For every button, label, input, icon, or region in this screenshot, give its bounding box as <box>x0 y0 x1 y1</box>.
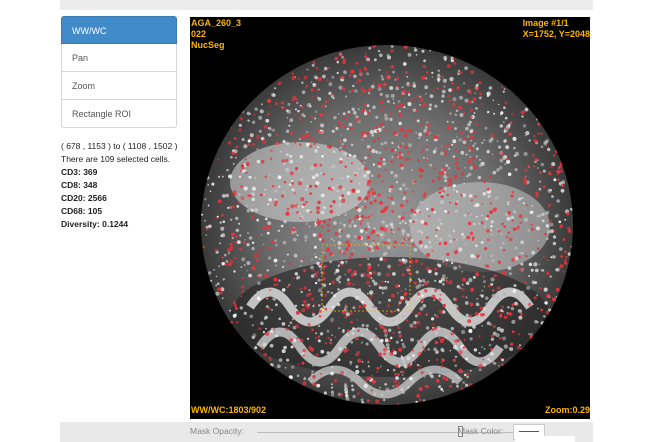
bottom-gap <box>515 436 575 442</box>
image-index: Image #1/1 <box>522 18 569 28</box>
cursor-coordinates: X=1752, Y=2048 <box>522 29 590 39</box>
pan-button[interactable]: Pan <box>61 44 177 72</box>
tool-panel: WW/WC Pan Zoom Rectangle ROI <box>61 16 177 128</box>
selection-info: ( 678 , 1153 ) to ( 1108 , 1502 ) There … <box>61 140 186 231</box>
mask-color-label: Mask Color: <box>458 426 504 436</box>
mask-name: NucSeg <box>191 40 225 50</box>
mask-opacity-label: Mask Opacity: <box>190 426 244 436</box>
window-level-readout: WW/WC:1803/902 <box>191 405 267 415</box>
stat-cd68: CD68: 105 <box>61 206 103 216</box>
zoom-button[interactable]: Zoom <box>61 72 177 100</box>
selection-count: There are 109 selected cells. <box>61 154 171 164</box>
top-strip <box>60 0 593 10</box>
rectangle-roi-button[interactable]: Rectangle ROI <box>61 100 177 128</box>
image-viewer[interactable]: AGA_260_3 022 NucSeg Image #1/1 X=1752, … <box>190 17 590 419</box>
mask-controls-bar: Mask Opacity: Mask Color: <box>60 422 593 442</box>
stat-cd3: CD3: 369 <box>61 167 98 177</box>
zoom-readout: Zoom:0.29 <box>544 405 590 415</box>
tissue-image[interactable] <box>190 17 590 419</box>
ww-wc-button[interactable]: WW/WC <box>61 16 177 44</box>
selection-range: ( 678 , 1153 ) to ( 1108 , 1502 ) <box>61 141 178 151</box>
stat-diversity: Diversity: 0.1244 <box>61 219 129 229</box>
image-id: 022 <box>191 29 207 39</box>
stat-cd20: CD20: 2566 <box>61 193 107 203</box>
overlay-top-left: AGA_260_3 022 NucSeg <box>191 18 241 51</box>
image-name: AGA_260_3 <box>191 18 242 28</box>
overlay-top-right: Image #1/1 X=1752, Y=2048 <box>523 18 590 40</box>
stat-cd8: CD8: 348 <box>61 180 98 190</box>
